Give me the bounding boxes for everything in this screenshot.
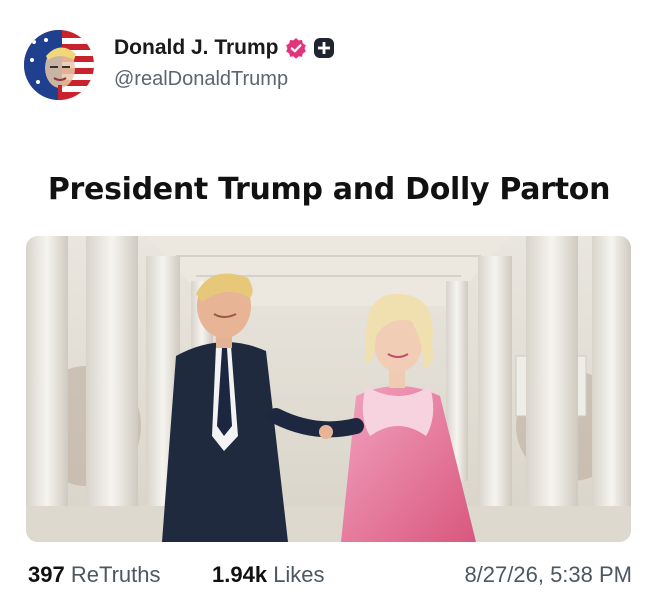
avatar[interactable]	[24, 30, 94, 100]
verified-badge-icon	[285, 38, 306, 59]
add-follow-icon[interactable]	[313, 37, 335, 59]
display-name[interactable]: Donald J. Trump	[114, 36, 279, 60]
post-illustration	[26, 236, 631, 542]
post-header: Donald J. Trump @realDonaldTrump	[24, 28, 634, 100]
post-title: President Trump and Dolly Parton	[47, 172, 611, 207]
post-image[interactable]	[26, 236, 631, 542]
likes-count: 1.94k	[212, 562, 268, 587]
avatar-image	[24, 30, 94, 100]
author-handle[interactable]: @realDonaldTrump	[114, 68, 288, 91]
name-row: Donald J. Trump	[114, 36, 335, 60]
retruths-count: 397	[28, 562, 65, 587]
retruths-label: ReTruths	[70, 562, 161, 587]
post-timestamp: 8/27/26, 5:38 PM	[464, 562, 632, 587]
post-stats: 397 ReTruths 1.94k Likes 8/27/26, 5:38 P…	[28, 562, 632, 592]
retruths-stat[interactable]: 397 ReTruths	[28, 562, 161, 588]
likes-stat[interactable]: 1.94k Likes	[212, 562, 325, 588]
likes-label: Likes	[273, 562, 325, 587]
